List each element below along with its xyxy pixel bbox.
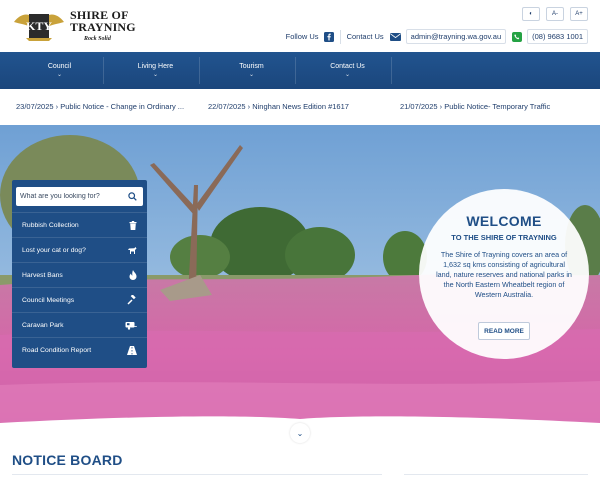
divider (404, 474, 588, 475)
envelope-icon (389, 32, 401, 41)
quick-link-label: Lost your cat or dog? (22, 246, 86, 254)
nav-item-contact-us[interactable]: Contact Us ⌄ (304, 57, 392, 84)
notice-item[interactable]: 22/07/2025 › Ninghan News Edition #1617 (208, 102, 349, 111)
notice-date: 21/07/2025 (400, 102, 438, 111)
read-more-button[interactable]: READ MORE (478, 322, 530, 340)
notice-text: Public Notice- Temporary Traffic (444, 102, 551, 111)
search-input[interactable] (16, 193, 124, 200)
phone-icon (512, 31, 523, 42)
follow-us-link[interactable]: Follow Us (285, 31, 334, 42)
site-title-line2: TRAYNING (70, 20, 136, 34)
site-motto: Rock Solid (84, 36, 111, 42)
quick-link-lost-pets[interactable]: Lost your cat or dog? (12, 237, 147, 262)
follow-us-label: Follow Us (285, 32, 319, 41)
chevron-down-icon: ⌄ (152, 72, 159, 78)
notice-date: 23/07/2025 (16, 102, 54, 111)
quick-link-harvest-bans[interactable]: Harvest Bans (12, 262, 147, 287)
quick-link-label: Road Condition Report (22, 346, 92, 354)
notice-ticker: 23/07/2025 › Public Notice - Change in O… (0, 89, 600, 125)
welcome-title: WELCOME (466, 213, 542, 229)
quick-link-label: Council Meetings (22, 296, 75, 304)
welcome-subtitle: TO THE SHIRE OF TRAYNING (451, 233, 557, 242)
quick-link-label: Caravan Park (22, 321, 64, 329)
gavel-icon (127, 295, 137, 305)
decrease-font-button[interactable]: A- (546, 7, 564, 21)
divider (12, 474, 382, 475)
notice-item[interactable]: 21/07/2025 › Public Notice- Temporary Tr… (400, 102, 550, 111)
road-icon (127, 345, 137, 355)
nav-item-label: Tourism (239, 63, 264, 70)
quick-link-caravan-park[interactable]: Caravan Park (12, 312, 147, 337)
nav-item-council[interactable]: Council ⌄ (16, 57, 104, 84)
dog-icon (127, 246, 137, 255)
trash-icon (129, 220, 137, 230)
quick-link-label: Rubbish Collection (22, 221, 79, 229)
contact-bar: Follow Us Contact Us admin@trayning.wa.g… (286, 29, 588, 44)
main-nav: Council ⌄ Living Here ⌄ Tourism ⌄ Contac… (0, 52, 600, 89)
svg-text:KTY: KTY (26, 19, 52, 33)
site-header: KTY SHIRE OF TRAYNING Rock Solid ◐ A- A+… (0, 0, 600, 52)
contact-us-link[interactable]: Contact Us (347, 32, 384, 41)
quick-link-council-meetings[interactable]: Council Meetings (12, 287, 147, 312)
search-icon[interactable] (124, 192, 140, 201)
chevron-down-icon: ⌄ (248, 72, 255, 78)
phone-link[interactable]: (08) 9683 1001 (512, 29, 588, 44)
increase-font-button[interactable]: A+ (570, 7, 588, 21)
fire-icon (129, 270, 137, 280)
nav-item-label: Council (47, 63, 72, 70)
caravan-icon (125, 321, 137, 330)
nav-item-label: Living Here (137, 63, 174, 70)
notice-date: 22/07/2025 (208, 102, 246, 111)
nav-item-living-here[interactable]: Living Here ⌄ (112, 57, 200, 84)
chevron-down-icon: ⌄ (56, 72, 63, 78)
site-logo[interactable]: KTY SHIRE OF TRAYNING Rock Solid (12, 6, 136, 46)
contrast-toggle-button[interactable]: ◐ (522, 7, 540, 21)
shire-crest-icon: KTY (14, 14, 64, 41)
quick-links-panel: Rubbish Collection Lost your cat or dog?… (12, 180, 147, 368)
notice-text: Public Notice - Change in Ordinary ... (60, 102, 185, 111)
email-address: admin@trayning.wa.gov.au (405, 29, 507, 44)
phone-number: (08) 9683 1001 (527, 29, 588, 44)
facebook-icon[interactable] (323, 31, 334, 42)
chevron-down-icon: ⌄ (344, 72, 351, 78)
quick-link-road-condition-report[interactable]: Road Condition Report (12, 337, 147, 362)
quick-link-label: Harvest Bans (22, 271, 63, 279)
notice-item[interactable]: 23/07/2025 › Public Notice - Change in O… (16, 102, 184, 111)
welcome-body: The Shire of Trayning covers an area of … (436, 250, 572, 299)
search-box (16, 187, 143, 206)
scroll-down-button[interactable]: ⌄ (290, 423, 310, 443)
email-link[interactable]: admin@trayning.wa.gov.au (389, 29, 507, 44)
chevron-down-icon: ⌄ (296, 428, 304, 438)
welcome-panel: WELCOME TO THE SHIRE OF TRAYNING The Shi… (419, 189, 589, 359)
notice-board-heading: NOTICE BOARD (12, 452, 123, 468)
nav-item-tourism[interactable]: Tourism ⌄ (208, 57, 296, 84)
nav-item-label: Contact Us (330, 63, 365, 70)
contact-us-label: Contact Us (346, 32, 384, 41)
notice-text: Ninghan News Edition #1617 (252, 102, 349, 111)
divider (339, 29, 341, 44)
site-title: SHIRE OF TRAYNING (70, 9, 136, 33)
accessibility-controls: ◐ A- A+ (522, 7, 588, 21)
quick-link-rubbish-collection[interactable]: Rubbish Collection (12, 212, 147, 237)
